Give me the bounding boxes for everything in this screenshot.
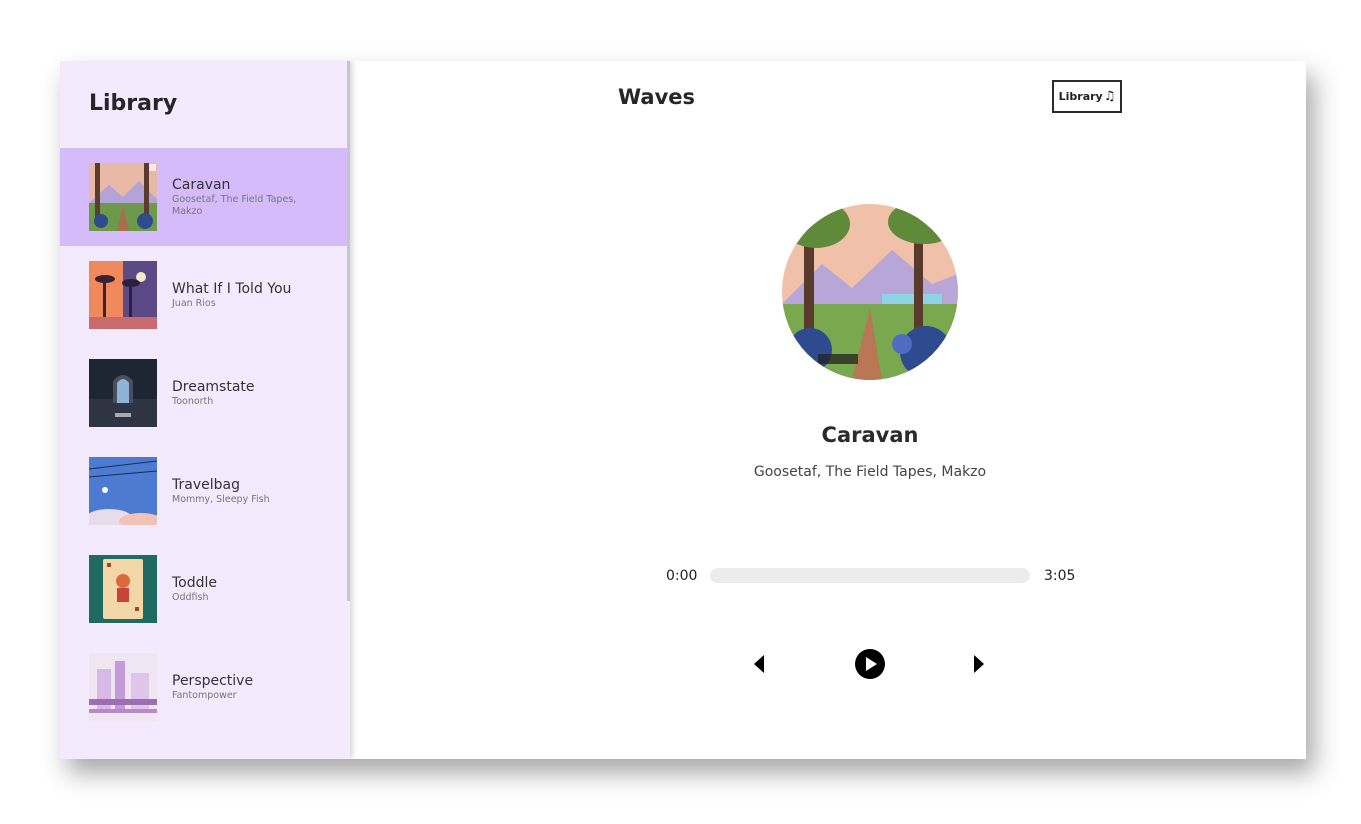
song-artist: Toonorth [172, 395, 214, 407]
song-artist: Fantompower [172, 689, 237, 701]
song-artist: Oddfish [172, 591, 209, 603]
song-item-dreamstate[interactable]: Dreamstate Toonorth [60, 344, 347, 442]
song-artist: Juan Rios [172, 297, 216, 309]
music-note-icon: ♫ [1103, 89, 1116, 104]
song-name: What If I Told You [172, 280, 292, 297]
album-cover [89, 555, 157, 623]
song-item-toddle[interactable]: Toddle Oddfish [60, 540, 347, 638]
now-playing-artist: Goosetaf, The Field Tapes, Makzo [753, 464, 987, 480]
now-playing-title: Caravan [821, 423, 919, 447]
skip-back-icon [754, 655, 764, 673]
skip-forward-icon [974, 655, 984, 673]
album-art [782, 204, 958, 380]
library-sidebar: Library Caravan Goosetaf, The Field Tape… [60, 61, 350, 759]
song-item-travelbag[interactable]: Travelbag Mommy, Sleepy Fish [60, 442, 347, 540]
song-name: Travelbag [172, 476, 240, 493]
library-button-label: Library [1058, 90, 1103, 103]
play-button[interactable] [854, 648, 886, 684]
song-name: Dreamstate [172, 378, 255, 395]
current-time: 0:00 [666, 568, 698, 584]
album-cover [89, 653, 157, 721]
sidebar-title: Library [89, 91, 178, 116]
play-icon [855, 649, 885, 679]
album-cover [89, 359, 157, 427]
library-toggle-button[interactable]: Library ♫ [1052, 80, 1122, 113]
player-panel: Waves Library ♫ Caravan Goosetaf, The Fi… [350, 61, 1306, 759]
app-title: Waves [618, 85, 696, 109]
song-artist: Mommy, Sleepy Fish [172, 493, 270, 505]
song-name: Toddle [172, 574, 218, 591]
skip-forward-button[interactable] [973, 655, 985, 677]
song-artist: Goosetaf, The Field Tapes, Makzo [172, 193, 297, 217]
song-item-perspective[interactable]: Perspective Fantompower [60, 638, 347, 736]
seek-bar[interactable] [710, 568, 1030, 583]
duration: 3:05 [1044, 568, 1076, 584]
sidebar-scrollbar[interactable] [347, 61, 350, 601]
song-name: Perspective [172, 672, 254, 689]
album-cover [89, 457, 157, 525]
song-item-caravan[interactable]: Caravan Goosetaf, The Field Tapes, Makzo [60, 148, 347, 246]
album-cover [89, 261, 157, 329]
app-window: Library Caravan Goosetaf, The Field Tape… [60, 61, 1306, 759]
song-name: Caravan [172, 176, 231, 193]
song-list: Caravan Goosetaf, The Field Tapes, Makzo [60, 148, 347, 736]
song-item-what-if-i-told-you[interactable]: What If I Told You Juan Rios [60, 246, 347, 344]
album-cover [89, 163, 157, 231]
skip-back-button[interactable] [753, 655, 765, 677]
